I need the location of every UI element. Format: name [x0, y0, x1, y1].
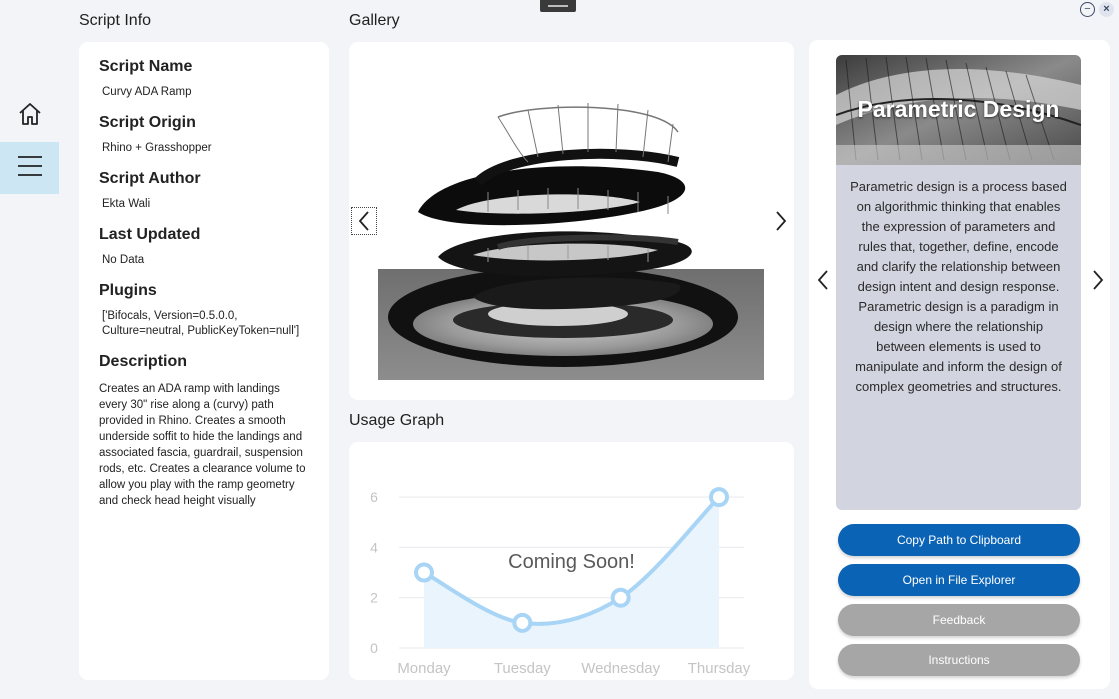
feature-description: Parametric design is a process based on …: [850, 179, 1067, 394]
x-tick-label: Thursday: [688, 660, 751, 677]
plugins-value: ['Bifocals, Version=0.5.0.0, Culture=neu…: [102, 310, 300, 337]
open-file-explorer-button[interactable]: Open in File Explorer: [838, 564, 1080, 596]
usage-graph-card: 0 2 4 6 Monday Tuesday Wednesday Thursday Comin…: [349, 442, 794, 680]
menu-button[interactable]: [0, 142, 59, 194]
gallery-prev-button[interactable]: [351, 207, 377, 235]
chevron-left-icon: [358, 211, 369, 231]
script-author-label: Script Author: [99, 170, 201, 187]
last-updated-value: No Data: [102, 254, 145, 266]
script-info-card: Script Name Curvy ADA Ramp Script Origin…: [79, 42, 329, 680]
chevron-right-icon: [776, 211, 787, 231]
script-name-value: Curvy ADA Ramp: [102, 86, 192, 98]
feature-prev-button[interactable]: [813, 266, 833, 294]
gallery-title: Gallery: [349, 12, 400, 29]
window-drag-handle[interactable]: [540, 0, 576, 12]
y-tick-label: 2: [370, 590, 378, 606]
close-button[interactable]: ×: [1099, 2, 1114, 17]
copy-path-button[interactable]: Copy Path to Clipboard: [838, 524, 1080, 556]
script-origin-value: Rhino + Grasshopper: [102, 142, 212, 154]
instructions-button[interactable]: Instructions: [838, 644, 1080, 676]
y-tick-label: 0: [370, 640, 378, 656]
y-tick-label: 6: [370, 489, 378, 505]
minus-circle-icon: −: [1084, 3, 1091, 15]
data-point: [709, 487, 729, 508]
chevron-right-icon: [1093, 270, 1104, 290]
description-text: Creates an ADA ramp with landings every …: [99, 383, 306, 507]
feature-next-button[interactable]: [1088, 266, 1108, 294]
feature-card: Parametric Design Parametric design is a…: [836, 55, 1081, 510]
hamburger-menu-icon: [17, 155, 43, 182]
description-label: Description: [99, 353, 188, 370]
last-updated-label: Last Updated: [99, 226, 201, 243]
feature-title: Parametric Design: [857, 96, 1060, 122]
minimize-button[interactable]: −: [1080, 2, 1095, 17]
x-tick-label: Monday: [397, 660, 451, 677]
home-button[interactable]: [0, 90, 59, 142]
x-tick-label: Wednesday: [581, 660, 660, 677]
chevron-left-icon: [817, 270, 828, 290]
script-name-label: Script Name: [99, 58, 193, 75]
feedback-button[interactable]: Feedback: [838, 604, 1080, 636]
gallery-ramp-image: [378, 103, 764, 380]
script-author-value: Ekta Wali: [102, 198, 151, 210]
home-icon: [17, 101, 43, 132]
usage-graph-title: Usage Graph: [349, 412, 445, 429]
gallery-card: [349, 42, 794, 400]
gallery-next-button[interactable]: [769, 207, 793, 235]
script-info-title: Script Info: [79, 12, 152, 29]
data-point: [512, 612, 533, 633]
coming-soon-overlay: Coming Soon!: [508, 551, 635, 573]
script-origin-label: Script Origin: [99, 114, 196, 131]
data-point: [610, 587, 631, 608]
x-tick-label: Tuesday: [494, 660, 551, 677]
info-panel: Parametric Design Parametric design is a…: [809, 40, 1110, 689]
close-icon: ×: [1103, 3, 1110, 15]
plugins-label: Plugins: [99, 282, 157, 299]
